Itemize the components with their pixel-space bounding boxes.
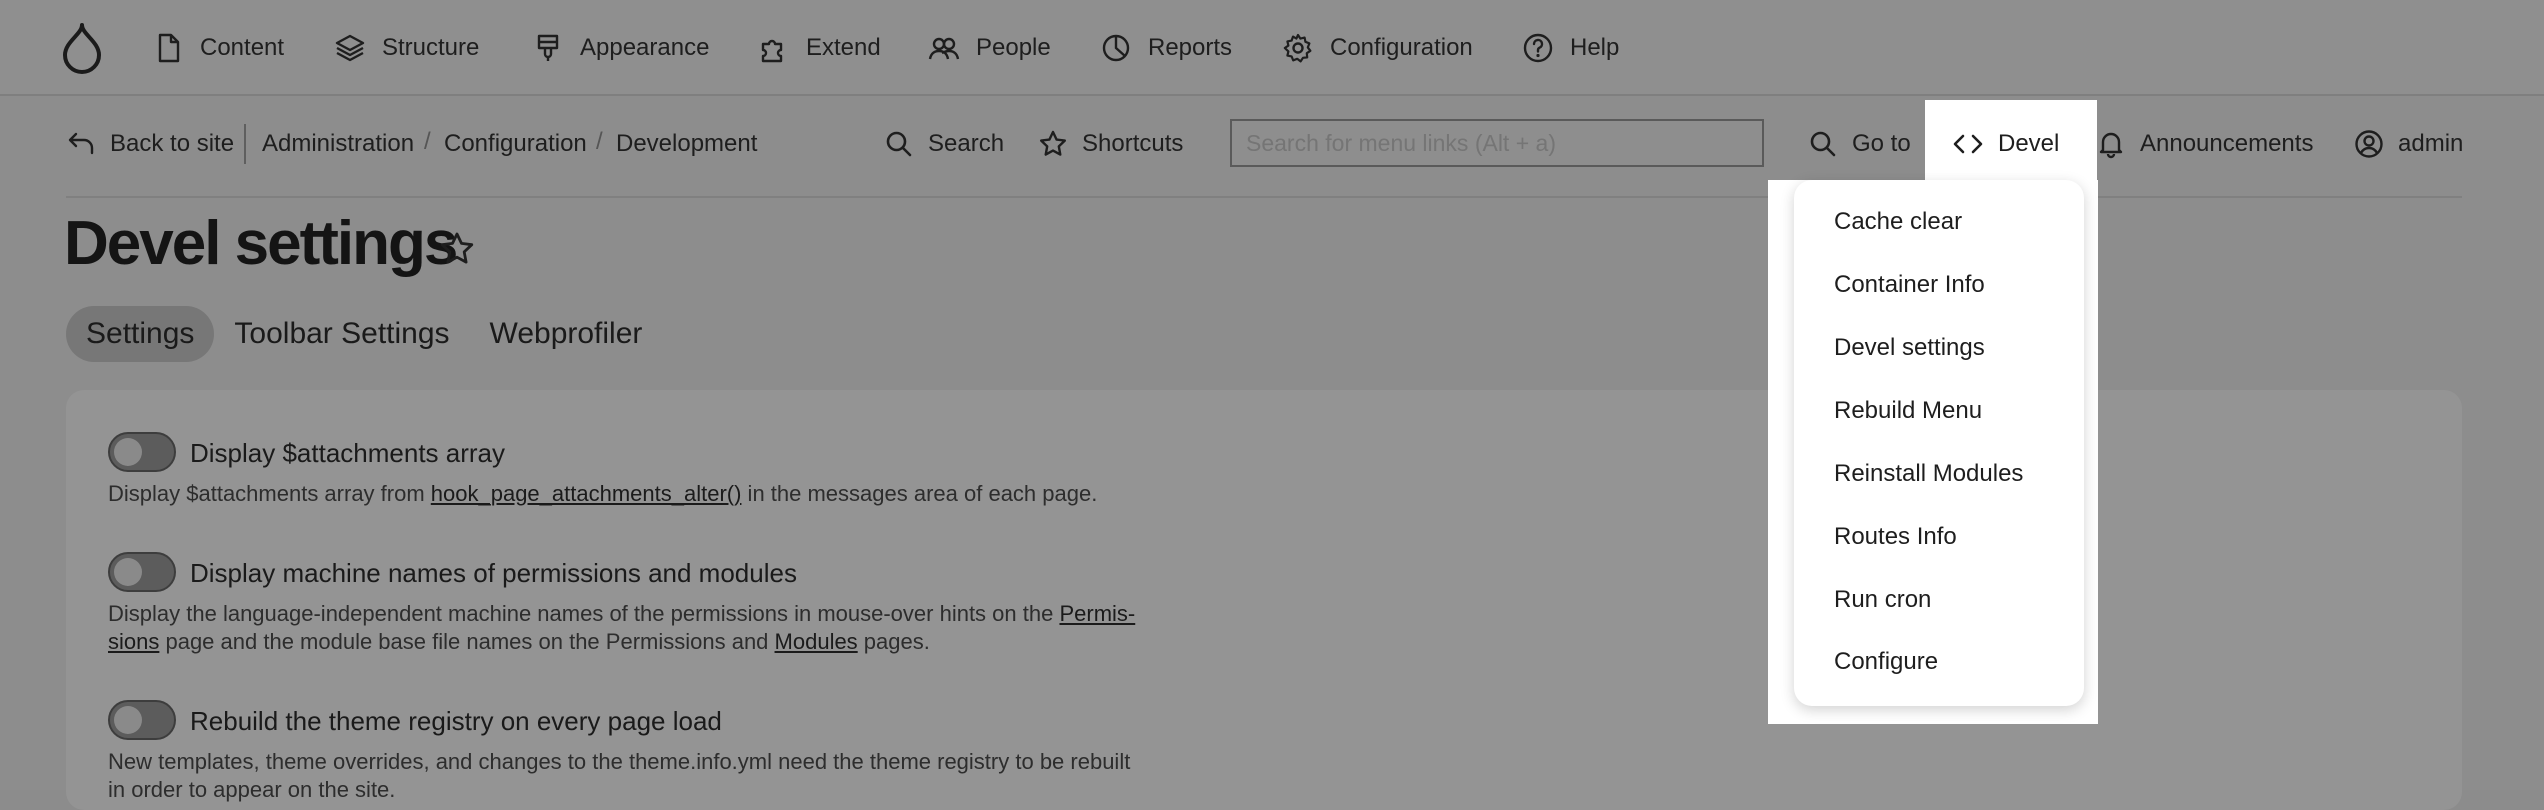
search-button[interactable]: Search xyxy=(884,124,1004,164)
menu-item-reinstall-modules[interactable]: Reinstall Modules xyxy=(1834,460,2023,488)
nav-item-label: Help xyxy=(1570,34,1620,61)
toolbar-divider-line xyxy=(66,196,2462,198)
nav-item-label: Structure xyxy=(382,34,480,61)
nav-item-content[interactable]: Content xyxy=(152,28,284,68)
setting-label: Rebuild the theme registry on every page… xyxy=(190,706,722,736)
announcements-button[interactable]: Announcements xyxy=(2096,124,2313,164)
devel-menu-button[interactable]: Devel xyxy=(1952,124,2059,164)
local-tasks-tabs: Settings Toolbar Settings Webprofiler xyxy=(66,306,662,362)
search-icon xyxy=(1810,131,1836,157)
goto-label: Go to xyxy=(1852,130,1911,157)
star-icon xyxy=(1040,130,1066,156)
machine-names-toggle[interactable] xyxy=(108,552,176,592)
user-menu-button[interactable]: admin xyxy=(2354,124,2463,164)
description-text: Display the language-independent machine… xyxy=(108,601,1060,626)
description-text: Display $attachments array from xyxy=(108,481,431,506)
setting-description: Display $attachments array from hook_pag… xyxy=(108,480,1208,508)
menu-item-run-cron[interactable]: Run cron xyxy=(1834,586,1931,614)
attachments-toggle[interactable] xyxy=(108,432,176,472)
menu-item-routes-info[interactable]: Routes Info xyxy=(1834,523,1957,551)
nav-item-label: Extend xyxy=(806,34,881,61)
setting-description: New templates, theme overrides, and chan… xyxy=(108,748,1208,804)
breadcrumb-configuration[interactable]: Configuration xyxy=(444,124,587,164)
nav-item-extend[interactable]: Extend xyxy=(758,28,881,68)
gear-icon xyxy=(1283,33,1312,63)
tab-webprofiler[interactable]: Webprofiler xyxy=(470,306,663,362)
setting-label: Display machine names of permissions and… xyxy=(190,558,797,588)
nav-item-help[interactable]: Help xyxy=(1522,28,1619,68)
description-text: in the messages area of each page. xyxy=(741,481,1098,506)
puzzle-icon xyxy=(761,39,783,63)
layers-icon xyxy=(335,34,365,62)
nav-item-label: People xyxy=(976,34,1051,61)
code-icon xyxy=(1953,134,1983,154)
add-shortcut-star-icon[interactable] xyxy=(438,230,476,268)
nav-item-label: Configuration xyxy=(1330,34,1473,61)
devel-label: Devel xyxy=(1998,130,2060,157)
breadcrumb-separator: / xyxy=(424,128,431,155)
nav-item-label: Reports xyxy=(1148,34,1233,61)
drupal-logo[interactable] xyxy=(60,22,104,74)
file-icon xyxy=(158,33,180,63)
shortcuts-label: Shortcuts xyxy=(1082,130,1184,157)
nav-item-configuration[interactable]: Configuration xyxy=(1282,28,1473,68)
menu-item-devel-settings[interactable]: Devel settings xyxy=(1834,334,1985,362)
breadcrumb-development[interactable]: Development xyxy=(616,124,757,164)
shortcuts-button[interactable]: Shortcuts xyxy=(1038,124,1183,164)
back-to-site-label: Back to site xyxy=(110,130,235,157)
brush-icon xyxy=(537,34,559,61)
toolbar-divider xyxy=(244,124,246,164)
search-icon xyxy=(886,131,912,157)
breadcrumb-separator: / xyxy=(596,128,603,155)
nav-item-label: Content xyxy=(200,34,285,61)
user-icon xyxy=(2355,130,2383,158)
back-arrow-icon xyxy=(68,132,94,155)
devel-dropdown-menu: Cache clear Container Info Devel setting… xyxy=(1794,180,2084,706)
description-text: pages. xyxy=(857,629,930,654)
description-text: New templates, theme overrides, and chan… xyxy=(108,749,1131,774)
menu-item-cache-clear[interactable]: Cache clear xyxy=(1834,208,1962,236)
nav-item-people[interactable]: People xyxy=(928,28,1051,68)
nav-item-reports[interactable]: Reports xyxy=(1100,28,1232,68)
menu-item-container-info[interactable]: Container Info xyxy=(1834,271,1985,299)
nav-item-structure[interactable]: Structure xyxy=(334,28,479,68)
hook-link[interactable]: hook_page_attachments_alter() xyxy=(431,481,742,506)
setting-label: Display $attachments array xyxy=(190,438,506,468)
rebuild-theme-registry-toggle[interactable] xyxy=(108,700,176,740)
people-icon xyxy=(928,37,960,60)
tab-settings[interactable]: Settings xyxy=(66,306,215,362)
tab-toolbar-settings[interactable]: Toolbar Settings xyxy=(214,306,469,362)
breadcrumb-administration[interactable]: Administration xyxy=(262,124,414,164)
nav-item-label: Appearance xyxy=(580,34,710,61)
help-icon xyxy=(1523,33,1553,63)
back-to-site-link[interactable]: Back to site xyxy=(66,124,234,164)
search-button-label: Search xyxy=(928,130,1005,157)
menu-search-input[interactable] xyxy=(1230,119,1764,167)
announcements-label: Announcements xyxy=(2140,130,2314,157)
setting-description: Display the language-independent machine… xyxy=(108,600,1208,656)
modules-link[interactable]: Modules xyxy=(775,629,858,654)
menu-item-configure[interactable]: Configure xyxy=(1834,648,1938,676)
goto-button[interactable]: Go to xyxy=(1808,124,1911,164)
description-text: page and the module base file names on t… xyxy=(159,629,775,654)
pie-chart-icon xyxy=(1102,34,1130,62)
bell-icon xyxy=(2099,132,2123,159)
page-overlay: Content Structure Appearance Extend Peop… xyxy=(0,0,2544,810)
permissions-link[interactable]: Permis- xyxy=(1059,601,1135,626)
page-title: Devel settings xyxy=(64,209,458,278)
nav-item-appearance[interactable]: Appearance xyxy=(532,28,709,68)
user-name: admin xyxy=(2398,130,2464,157)
menu-item-rebuild-menu[interactable]: Rebuild Menu xyxy=(1834,397,1982,425)
top-navigation: Content Structure Appearance Extend Peop… xyxy=(0,0,2544,96)
permissions-link-continued[interactable]: sions xyxy=(108,629,159,654)
